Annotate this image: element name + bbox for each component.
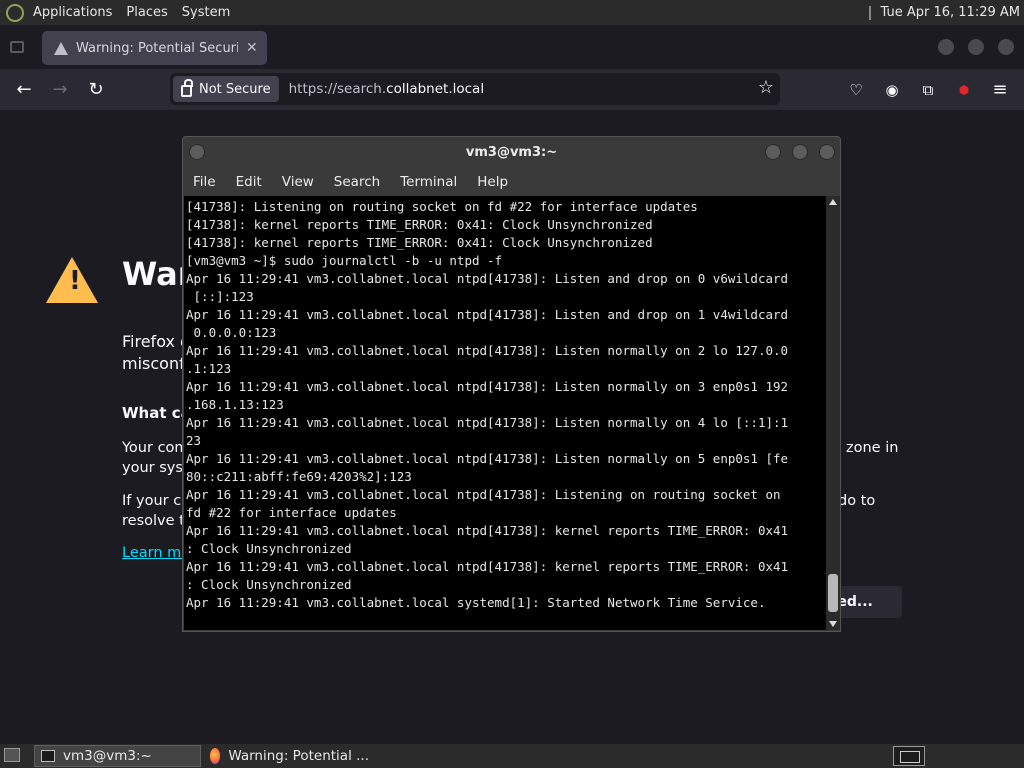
url-bar[interactable]: Not Secure https://search.collabnet.loca…: [170, 73, 780, 105]
terminal-menu-search[interactable]: Search: [324, 174, 390, 190]
url-prefix: https://search.: [288, 81, 387, 97]
terminal-line: 0.0.0.0:123: [186, 325, 277, 340]
terminal-line: Apr 16 11:29:41 vm3.collabnet.local ntpd…: [186, 307, 789, 322]
terminal-menu-edit[interactable]: Edit: [226, 174, 272, 190]
not-secure-label: Not Secure: [199, 81, 271, 97]
menu-applications[interactable]: Applications: [26, 5, 119, 20]
terminal-minimize-button[interactable]: [765, 144, 781, 160]
terminal-maximize-button[interactable]: [792, 144, 808, 160]
reload-icon[interactable]: ↻: [83, 77, 109, 103]
taskbar-item-terminal[interactable]: vm3@vm3:~: [34, 745, 201, 767]
maximize-window-button[interactable]: [968, 39, 984, 55]
clock-separator: [868, 5, 871, 20]
terminal-line: Apr 16 11:29:41 vm3.collabnet.local ntpd…: [186, 379, 789, 394]
advice-p1-end: zone in: [846, 440, 899, 456]
menu-places[interactable]: Places: [119, 5, 174, 20]
learn-more-link[interactable]: Learn mo: [122, 545, 190, 561]
workspace-switcher[interactable]: [893, 746, 925, 766]
advice-p1-start: Your com: [122, 440, 189, 456]
browser-tab-strip: Warning: Potential Security ✕: [0, 25, 1024, 69]
terminal-line: [41738]: kernel reports TIME_ERROR: 0x41…: [186, 217, 653, 232]
close-window-button[interactable]: [998, 39, 1014, 55]
hamburger-menu-icon[interactable]: ≡: [987, 77, 1013, 103]
terminal-line: 23: [186, 433, 202, 448]
lock-icon: [181, 79, 193, 97]
forward-arrow-icon[interactable]: →: [47, 77, 73, 103]
terminal-line: Apr 16 11:29:41 vm3.collabnet.local ntpd…: [186, 415, 789, 430]
terminal-line: [41738]: Listening on routing socket on …: [186, 199, 698, 214]
extensions-icon[interactable]: ⧉: [915, 77, 941, 103]
terminal-title[interactable]: vm3@vm3:~: [183, 137, 840, 167]
terminal-line: [::]:123: [186, 289, 254, 304]
terminal-line: [41738]: kernel reports TIME_ERROR: 0x41…: [186, 235, 653, 250]
taskbar-item-firefox-label: Warning: Potential ...: [228, 748, 369, 764]
list-all-tabs-icon[interactable]: [10, 41, 24, 53]
terminal-line: Apr 16 11:29:41 vm3.collabnet.local ntpd…: [186, 487, 781, 502]
terminal-menu-terminal[interactable]: Terminal: [390, 174, 467, 190]
menu-system[interactable]: System: [175, 5, 237, 20]
bookmark-star-icon[interactable]: ☆: [758, 77, 774, 98]
url-domain: collabnet.local: [386, 81, 485, 97]
top-panel: Applications Places System Tue Apr 16, 1…: [0, 0, 1024, 25]
terminal-icon: [41, 750, 55, 762]
clock-label: Tue Apr 16, 11:29 AM: [880, 5, 1020, 20]
terminal-line: Apr 16 11:29:41 vm3.collabnet.local ntpd…: [186, 271, 789, 286]
minimize-window-button[interactable]: [938, 39, 954, 55]
terminal-menu-view[interactable]: View: [272, 174, 324, 190]
panel-clock[interactable]: Tue Apr 16, 11:29 AM: [868, 0, 1020, 25]
terminal-line: .168.1.13:123: [186, 397, 284, 412]
terminal-scrollbar[interactable]: [826, 196, 840, 630]
pocket-icon[interactable]: ♡: [843, 77, 869, 103]
warning-icon: [54, 41, 68, 55]
show-desktop-icon[interactable]: [4, 748, 20, 762]
taskbar-item-terminal-label: vm3@vm3:~: [63, 748, 152, 764]
terminal-window: vm3@vm3:~ File Edit View Search Terminal…: [182, 136, 841, 632]
close-tab-icon[interactable]: ✕: [246, 40, 258, 56]
tab-title: Warning: Potential Security: [76, 40, 238, 56]
terminal-line: 80::c211:abff:fe69:4203%2]:123: [186, 469, 412, 484]
terminal-line: Apr 16 11:29:41 vm3.collabnet.local syst…: [186, 595, 766, 610]
browser-tab-warning[interactable]: Warning: Potential Security ✕: [42, 31, 267, 65]
distro-logo-icon: [6, 3, 24, 22]
terminal-line: [vm3@vm3 ~]$ sudo journalctl -b -u ntpd …: [186, 253, 503, 268]
terminal-line: : Clock Unsynchronized: [186, 577, 352, 592]
advice-p2-end: do to: [838, 493, 876, 509]
terminal-line: Apr 16 11:29:41 vm3.collabnet.local ntpd…: [186, 343, 789, 358]
taskbar-item-firefox[interactable]: Warning: Potential ...: [204, 745, 369, 767]
terminal-line: .1:123: [186, 361, 232, 376]
terminal-menu-file[interactable]: File: [183, 174, 226, 190]
back-arrow-icon[interactable]: ←: [11, 77, 37, 103]
scroll-up-arrow-icon[interactable]: [829, 199, 837, 205]
terminal-output[interactable]: [41738]: Listening on routing socket on …: [184, 196, 826, 630]
terminal-line: Apr 16 11:29:41 vm3.collabnet.local ntpd…: [186, 451, 789, 466]
url-text: https://search.collabnet.local: [289, 81, 484, 97]
firefox-icon: [210, 748, 221, 764]
desktop: Applications Places System Tue Apr 16, 1…: [0, 0, 1024, 768]
bottom-panel: vm3@vm3:~ Warning: Potential ...: [0, 744, 1024, 768]
terminal-line: Apr 16 11:29:41 vm3.collabnet.local ntpd…: [186, 523, 789, 538]
terminal-line: : Clock Unsynchronized: [186, 541, 352, 556]
terminal-menu-help[interactable]: Help: [467, 174, 518, 190]
not-secure-indicator[interactable]: Not Secure: [173, 76, 279, 102]
scrollbar-thumb[interactable]: [828, 574, 838, 612]
ublock-origin-icon[interactable]: ⬢: [951, 77, 977, 103]
browser-navbar: ← → ↻ Not Secure https://search.collabne…: [0, 69, 1024, 110]
account-icon[interactable]: ◉: [879, 77, 905, 103]
terminal-menubar: File Edit View Search Terminal Help: [183, 169, 840, 195]
terminal-line: Apr 16 11:29:41 vm3.collabnet.local ntpd…: [186, 559, 789, 574]
terminal-line: fd #22 for interface updates: [186, 505, 397, 520]
large-warning-icon: !: [46, 257, 98, 303]
scroll-down-arrow-icon[interactable]: [829, 621, 837, 627]
terminal-close-button[interactable]: [819, 144, 835, 160]
